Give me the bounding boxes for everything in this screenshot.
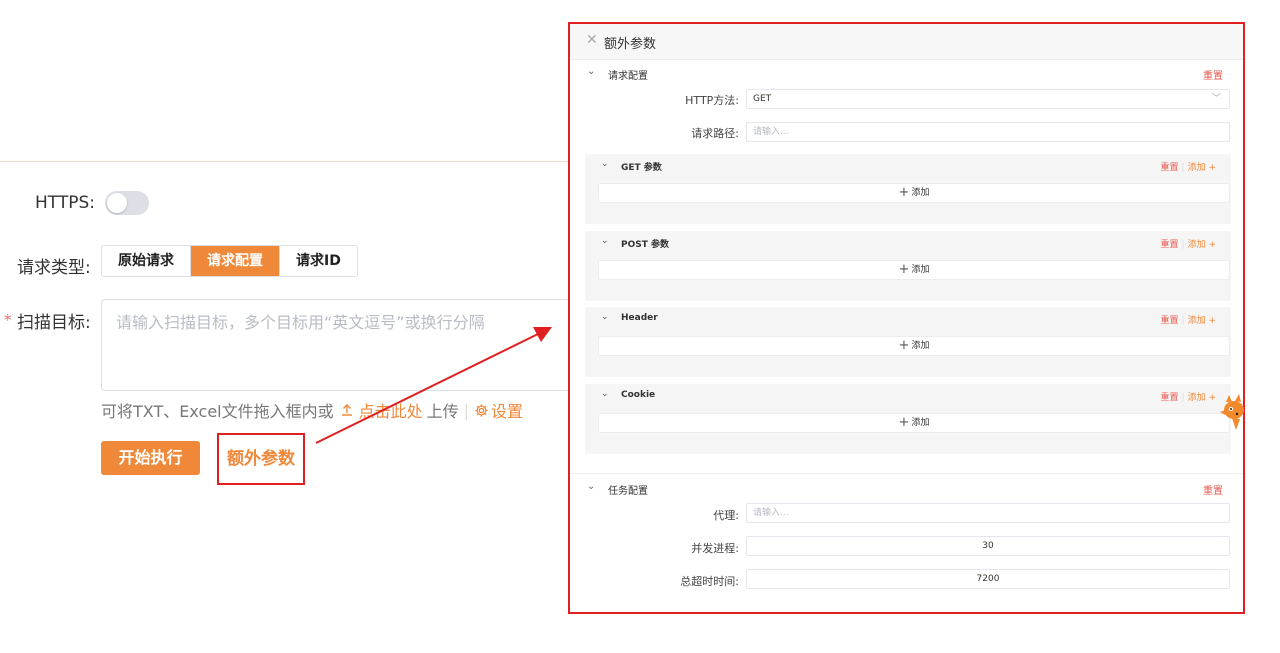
request-type-id[interactable]: 请求ID xyxy=(280,246,357,276)
request-type-selector: 原始请求 请求配置 请求ID xyxy=(101,245,358,277)
request-config-title: 请求配置 xyxy=(608,71,648,82)
request-type-config[interactable]: 请求配置 xyxy=(191,246,280,276)
section-divider xyxy=(0,161,570,162)
chevron-down-icon[interactable]: ⌄ xyxy=(601,159,609,169)
settings-link-text: 设置 xyxy=(491,402,524,421)
chevron-down-icon[interactable]: ⌄ xyxy=(587,66,595,77)
proxy-label: 代理: xyxy=(713,509,739,522)
http-method-label: HTTP方法: xyxy=(685,94,739,107)
get-params-title: GET 参数 xyxy=(621,163,662,173)
get-params-add-row[interactable]: + 添加 xyxy=(598,183,1230,203)
post-params-reset[interactable]: 重置 xyxy=(1161,240,1179,250)
close-icon[interactable]: ✕ xyxy=(586,32,598,48)
task-config-header: ⌄ 任务配置 重置 xyxy=(570,480,1243,500)
timeout-label: 总超时时间: xyxy=(680,575,739,588)
header-params-add[interactable]: 添加 + xyxy=(1188,316,1216,326)
get-params-reset[interactable]: 重置 xyxy=(1161,163,1179,173)
cookie-params-add[interactable]: 添加 + xyxy=(1188,393,1216,403)
header-params-add-row[interactable]: + 添加 xyxy=(598,336,1230,356)
chevron-down-icon[interactable]: ⌄ xyxy=(587,481,595,492)
post-params-add-row[interactable]: + 添加 xyxy=(598,260,1230,280)
timeout-input[interactable]: 7200 xyxy=(746,569,1230,589)
toggle-knob xyxy=(107,193,127,213)
https-label: HTTPS: xyxy=(35,193,96,213)
upload-hint: 可将TXT、Excel文件拖入框内或 点击此处 上传 | 设置 xyxy=(101,398,523,422)
upload-link-text: 点击此处 xyxy=(358,402,423,421)
task-config-title: 任务配置 xyxy=(608,486,648,497)
post-params-title: POST 参数 xyxy=(621,240,670,250)
settings-link[interactable]: 设置 xyxy=(474,398,523,422)
upload-link[interactable]: 点击此处 xyxy=(340,398,423,422)
request-type-label: 请求类型: xyxy=(17,258,91,278)
add-row-label: 添加 xyxy=(911,188,930,198)
required-mark: * xyxy=(4,311,12,329)
chevron-down-icon: ﹀ xyxy=(1211,94,1221,104)
add-row-label: 添加 xyxy=(911,341,930,351)
cookie-params-group: ⌄ Cookie 重置 | 添加 + + 添加 xyxy=(585,384,1231,454)
http-method-value: GET xyxy=(753,94,772,104)
header-params-group: ⌄ Header 重置 | 添加 + + 添加 xyxy=(585,307,1231,377)
request-type-raw[interactable]: 原始请求 xyxy=(102,246,191,276)
add-row-label: 添加 xyxy=(911,418,930,428)
header-params-reset[interactable]: 重置 xyxy=(1161,316,1179,326)
request-path-label: 请求路径: xyxy=(691,127,739,140)
plus-icon: + xyxy=(898,185,910,200)
cookie-params-title: Cookie xyxy=(621,390,656,400)
chevron-down-icon[interactable]: ⌄ xyxy=(601,389,609,399)
cookie-params-actions: 重置 | 添加 + xyxy=(1160,393,1216,403)
get-params-add[interactable]: 添加 + xyxy=(1188,163,1216,173)
request-config-header: ⌄ 请求配置 重置 xyxy=(570,65,1243,85)
request-path-input[interactable]: 请输入... xyxy=(746,122,1230,142)
upload-icon xyxy=(341,404,352,416)
get-params-group: ⌄ GET 参数 重置 | 添加 + + 添加 xyxy=(585,154,1231,224)
concurrency-input[interactable]: 30 xyxy=(746,536,1230,556)
upload-suffix: 上传 xyxy=(426,402,459,421)
scan-target-input[interactable]: 请输入扫描目标，多个目标用“英文逗号”或换行分隔 xyxy=(101,299,571,391)
proxy-input[interactable]: 请输入... xyxy=(746,503,1230,523)
gear-icon xyxy=(475,403,488,417)
request-config-reset[interactable]: 重置 xyxy=(1203,67,1223,82)
cookie-params-add-row[interactable]: + 添加 xyxy=(598,413,1230,433)
plus-icon: + xyxy=(898,415,910,430)
task-config-reset[interactable]: 重置 xyxy=(1203,482,1223,497)
extra-params-button[interactable]: 额外参数 xyxy=(217,433,305,485)
add-row-label: 添加 xyxy=(911,265,930,275)
upload-hint-text: 可将TXT、Excel文件拖入框内或 xyxy=(101,402,334,421)
post-params-add[interactable]: 添加 + xyxy=(1188,240,1216,250)
plus-icon: + xyxy=(898,262,910,277)
http-method-select[interactable]: GET ﹀ xyxy=(746,89,1230,109)
post-params-actions: 重置 | 添加 + xyxy=(1160,240,1216,250)
plus-icon: + xyxy=(898,338,910,353)
chevron-down-icon[interactable]: ⌄ xyxy=(601,312,609,322)
drawer-header: ✕ 额外参数 xyxy=(570,24,1243,60)
cookie-params-reset[interactable]: 重置 xyxy=(1161,393,1179,403)
start-button[interactable]: 开始执行 xyxy=(101,441,200,475)
post-params-group: ⌄ POST 参数 重置 | 添加 + + 添加 xyxy=(585,231,1231,301)
chevron-down-icon[interactable]: ⌄ xyxy=(601,236,609,246)
header-params-title: Header xyxy=(621,313,658,323)
https-toggle[interactable] xyxy=(105,191,149,215)
scan-target-label: 扫描目标: xyxy=(17,313,91,333)
mascot-icon[interactable] xyxy=(1218,392,1244,432)
header-params-actions: 重置 | 添加 + xyxy=(1160,316,1216,326)
page: HTTPS: 请求类型: 原始请求 请求配置 请求ID * 扫描目标: 请输入扫… xyxy=(0,0,1280,653)
concurrency-label: 并发进程: xyxy=(691,542,739,555)
extra-params-drawer: ✕ 额外参数 ⌄ 请求配置 重置 HTTP方法: GET ﹀ 请求路径: 请输入… xyxy=(568,22,1245,614)
get-params-actions: 重置 | 添加 + xyxy=(1160,163,1216,173)
drawer-title: 额外参数 xyxy=(604,37,657,52)
hint-separator: | xyxy=(463,400,470,420)
section-divider xyxy=(570,473,1243,474)
